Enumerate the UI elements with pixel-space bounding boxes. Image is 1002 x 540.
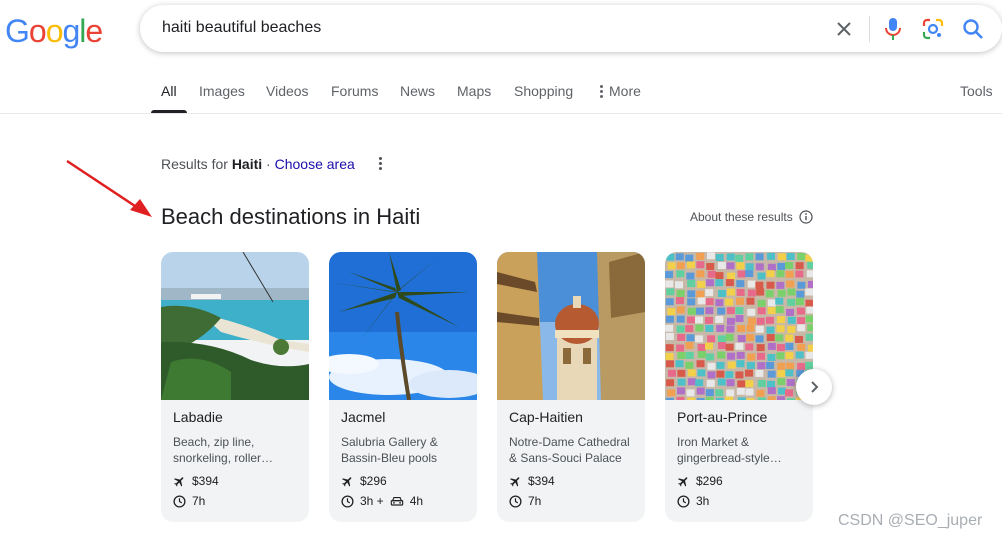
time-value: 7h bbox=[528, 494, 542, 508]
microphone-icon[interactable] bbox=[880, 16, 906, 42]
tab-videos[interactable]: Videos bbox=[266, 83, 309, 99]
destination-image bbox=[329, 252, 477, 400]
annotation-arrow-icon bbox=[66, 159, 152, 217]
card-desc-line: Notre-Dame Cathedral bbox=[509, 435, 630, 449]
card-description: Beach, zip line, snorkeling, roller… bbox=[173, 434, 301, 466]
price-value: $296 bbox=[360, 474, 387, 488]
destination-card-jacmel[interactable]: Jacmel Salubria Gallery & Bassin-Bleu po… bbox=[329, 252, 477, 522]
clock-icon bbox=[173, 494, 186, 508]
logo-letter: o bbox=[45, 13, 64, 49]
clock-icon bbox=[341, 494, 354, 508]
card-description: Salubria Gallery & Bassin-Bleu pools bbox=[341, 434, 469, 466]
clock-icon bbox=[509, 494, 522, 508]
watermark: CSDN @SEO_juper bbox=[838, 512, 983, 529]
search-tabs: All Images Videos Forums News Maps Shopp… bbox=[0, 70, 1002, 114]
card-desc-line: snorkeling, roller… bbox=[173, 451, 274, 465]
airplane-icon bbox=[342, 476, 352, 486]
card-desc-line: & Sans-Souci Palace bbox=[509, 451, 622, 465]
logo-letter: G bbox=[5, 13, 30, 49]
active-tab-indicator bbox=[151, 110, 187, 113]
destination-card-labadie[interactable]: Labadie Beach, zip line, snorkeling, rol… bbox=[161, 252, 309, 522]
results-for-separator: · bbox=[266, 156, 271, 172]
google-lens-icon[interactable] bbox=[920, 16, 946, 42]
logo-letter: o bbox=[28, 13, 47, 49]
tab-maps[interactable]: Maps bbox=[457, 83, 491, 99]
flight-price: $296 bbox=[677, 474, 723, 488]
airplane-icon bbox=[678, 476, 688, 486]
card-title: Labadie bbox=[173, 409, 223, 425]
price-value: $394 bbox=[192, 474, 219, 488]
choose-area-link[interactable]: Choose area bbox=[275, 156, 355, 172]
clock-icon bbox=[677, 494, 690, 508]
card-description: Iron Market & gingerbread-style… bbox=[677, 434, 805, 466]
flight-price: $394 bbox=[509, 474, 555, 488]
travel-time: 3h + 4h bbox=[341, 494, 423, 508]
search-divider bbox=[869, 16, 870, 42]
search-results-page: Google haiti beautiful beaches All Image… bbox=[0, 0, 1002, 540]
results-for-line: Results for Haiti · Choose area bbox=[161, 156, 355, 172]
about-results-label: About these results bbox=[690, 210, 793, 224]
travel-time: 7h bbox=[173, 494, 205, 508]
options-icon[interactable] bbox=[372, 153, 388, 173]
time-value: 3h bbox=[696, 494, 710, 508]
price-value: $296 bbox=[696, 474, 723, 488]
airplane-icon bbox=[174, 476, 184, 486]
card-title: Port-au-Prince bbox=[677, 409, 768, 425]
travel-time: 7h bbox=[509, 494, 541, 508]
search-bar[interactable]: haiti beautiful beaches bbox=[140, 5, 1002, 52]
more-vertical-icon bbox=[600, 84, 603, 98]
chevron-right-icon bbox=[811, 381, 819, 393]
clear-icon[interactable] bbox=[831, 16, 857, 42]
tab-shopping[interactable]: Shopping bbox=[514, 83, 573, 99]
results-for-prefix: Results for bbox=[161, 156, 228, 172]
tab-more[interactable]: More bbox=[600, 83, 641, 99]
card-title: Jacmel bbox=[341, 409, 386, 425]
info-icon bbox=[799, 210, 813, 224]
card-desc-line: Iron Market & bbox=[677, 435, 750, 449]
drive-time-value: 4h bbox=[409, 494, 424, 508]
card-desc-line: gingerbread-style… bbox=[677, 451, 782, 465]
card-title: Cap-Haitien bbox=[509, 409, 583, 425]
google-logo[interactable]: Google bbox=[5, 13, 103, 50]
tab-all[interactable]: All bbox=[161, 83, 177, 99]
tab-more-label: More bbox=[609, 83, 641, 99]
card-desc-line: Bassin-Bleu pools bbox=[341, 451, 438, 465]
search-input[interactable]: haiti beautiful beaches bbox=[162, 19, 321, 37]
flight-price: $296 bbox=[341, 474, 387, 488]
card-desc-line: Beach, zip line, bbox=[173, 435, 255, 449]
destination-image bbox=[497, 252, 645, 400]
logo-letter: g bbox=[62, 13, 80, 49]
results-for-place: Haiti bbox=[231, 156, 263, 172]
car-icon bbox=[390, 496, 403, 506]
tab-images[interactable]: Images bbox=[199, 83, 245, 99]
section-title: Beach destinations in Haiti bbox=[161, 204, 421, 229]
search-icon[interactable] bbox=[960, 16, 986, 42]
about-results-link[interactable]: About these results bbox=[690, 210, 813, 224]
tools-button[interactable]: Tools bbox=[960, 83, 993, 99]
card-desc-line: Salubria Gallery & bbox=[341, 435, 438, 449]
carousel-next-button[interactable] bbox=[796, 369, 832, 405]
destination-card-port-au-prince[interactable]: Port-au-Prince Iron Market & gingerbread… bbox=[665, 252, 813, 522]
airplane-icon bbox=[510, 476, 520, 486]
tab-forums[interactable]: Forums bbox=[331, 83, 378, 99]
tab-news[interactable]: News bbox=[400, 83, 435, 99]
travel-time: 3h bbox=[677, 494, 709, 508]
destination-card-cap-haitien[interactable]: Cap-Haitien Notre-Dame Cathedral & Sans-… bbox=[497, 252, 645, 522]
destination-image bbox=[665, 252, 813, 400]
time-value: 3h + bbox=[360, 494, 384, 508]
card-description: Notre-Dame Cathedral & Sans-Souci Palace bbox=[509, 434, 637, 466]
price-value: $394 bbox=[528, 474, 555, 488]
destination-image bbox=[161, 252, 309, 400]
time-value: 7h bbox=[192, 494, 206, 508]
flight-price: $394 bbox=[173, 474, 219, 488]
logo-letter: e bbox=[85, 13, 103, 49]
